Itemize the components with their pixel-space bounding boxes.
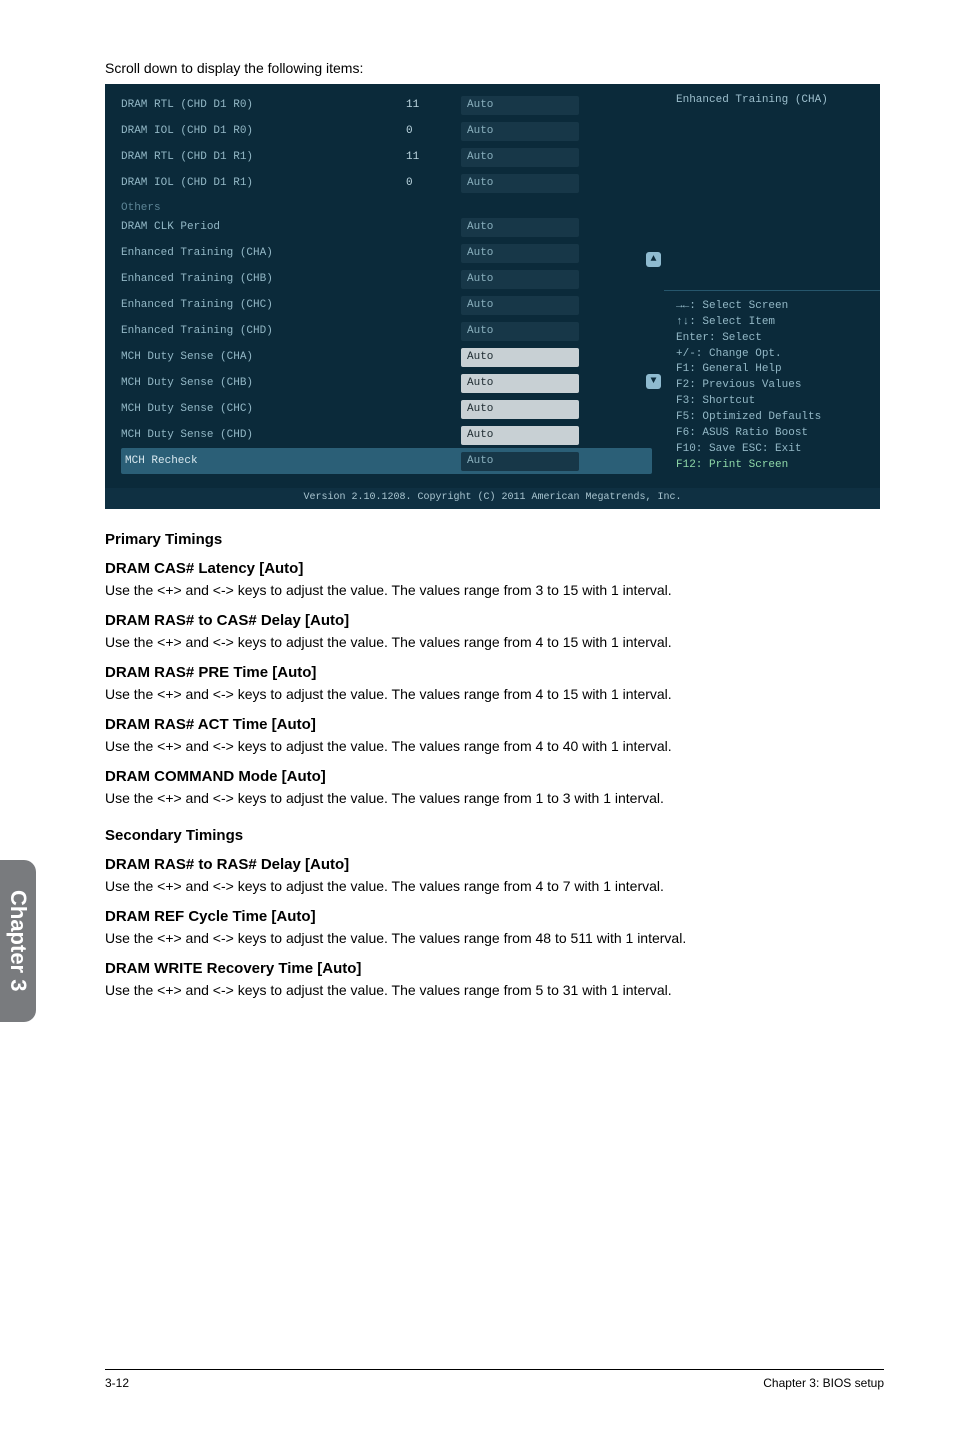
item-heading: DRAM RAS# PRE Time [Auto] <box>105 664 884 681</box>
bios-help-line: F6: ASUS Ratio Boost <box>676 426 868 442</box>
item-heading: DRAM REF Cycle Time [Auto] <box>105 908 884 925</box>
chapter-side-tab: Chapter 3 <box>0 860 36 1022</box>
item-description: Use the <+> and <-> keys to adjust the v… <box>105 789 884 808</box>
bios-value: 11 <box>406 151 461 163</box>
bios-help-line: F3: Shortcut <box>676 394 868 410</box>
bios-help-title: Enhanced Training (CHA) <box>664 84 880 290</box>
bios-label: Enhanced Training (CHA) <box>121 247 406 259</box>
item-heading: DRAM CAS# Latency [Auto] <box>105 560 884 577</box>
bios-help-line: F5: Optimized Defaults <box>676 410 868 426</box>
item-heading: DRAM RAS# to RAS# Delay [Auto] <box>105 856 884 873</box>
bios-row: Enhanced Training (CHD) Auto <box>121 318 652 344</box>
bios-value: 0 <box>406 177 461 189</box>
item-description: Use the <+> and <-> keys to adjust the v… <box>105 981 884 1000</box>
bios-label: MCH Duty Sense (CHC) <box>121 403 406 415</box>
primary-timings-heading: Primary Timings <box>105 531 884 548</box>
item-description: Use the <+> and <-> keys to adjust the v… <box>105 737 884 756</box>
bios-value: 0 <box>406 125 461 137</box>
bios-field[interactable]: Auto <box>461 296 579 315</box>
item-heading: DRAM COMMAND Mode [Auto] <box>105 768 884 785</box>
bios-label: DRAM RTL (CHD D1 R1) <box>121 151 406 163</box>
bios-field[interactable]: Auto <box>461 96 579 115</box>
bios-label: DRAM RTL (CHD D1 R0) <box>121 99 406 111</box>
bios-label: Enhanced Training (CHC) <box>121 299 406 311</box>
item-description: Use the <+> and <-> keys to adjust the v… <box>105 581 884 600</box>
bios-field[interactable]: Auto <box>461 400 579 419</box>
bios-row: MCH Duty Sense (CHA) Auto <box>121 344 652 370</box>
bios-row: Enhanced Training (CHC) Auto <box>121 292 652 318</box>
bios-row-selected[interactable]: MCH Recheck Auto <box>121 448 652 474</box>
bios-label: MCH Recheck <box>121 455 406 467</box>
bios-row: DRAM CLK Period Auto <box>121 214 652 240</box>
bios-version-footer: Version 2.10.1208. Copyright (C) 2011 Am… <box>105 488 880 509</box>
bios-label: DRAM CLK Period <box>121 221 406 233</box>
bios-field[interactable]: Auto <box>461 322 579 341</box>
bios-label: DRAM IOL (CHD D1 R0) <box>121 125 406 137</box>
bios-row: Enhanced Training (CHA) Auto <box>121 240 652 266</box>
bios-help-line: F1: General Help <box>676 362 868 378</box>
item-description: Use the <+> and <-> keys to adjust the v… <box>105 929 884 948</box>
item-description: Use the <+> and <-> keys to adjust the v… <box>105 633 884 652</box>
bios-label: Enhanced Training (CHD) <box>121 325 406 337</box>
item-heading: DRAM RAS# to CAS# Delay [Auto] <box>105 612 884 629</box>
item-description: Use the <+> and <-> keys to adjust the v… <box>105 685 884 704</box>
bios-help-line: ↑↓: Select Item <box>676 315 868 331</box>
bios-field[interactable]: Auto <box>461 374 579 393</box>
bios-field[interactable]: Auto <box>461 218 579 237</box>
bios-field[interactable]: Auto <box>461 244 579 263</box>
bios-row: DRAM IOL (CHD D1 R1) 0 Auto <box>121 170 652 196</box>
bios-label: Enhanced Training (CHB) <box>121 273 406 285</box>
bios-screenshot: DRAM RTL (CHD D1 R0) 11 Auto DRAM IOL (C… <box>105 84 880 509</box>
bios-help-panel: →←: Select Screen ↑↓: Select Item Enter:… <box>664 290 880 488</box>
page-number: 3-12 <box>105 1376 129 1390</box>
bios-row: Enhanced Training (CHB) Auto <box>121 266 652 292</box>
bios-label: MCH Duty Sense (CHB) <box>121 377 406 389</box>
item-heading: DRAM RAS# ACT Time [Auto] <box>105 716 884 733</box>
bios-row: DRAM IOL (CHD D1 R0) 0 Auto <box>121 118 652 144</box>
bios-field[interactable]: Auto <box>461 174 579 193</box>
bios-help-line: F10: Save ESC: Exit <box>676 442 868 458</box>
item-description: Use the <+> and <-> keys to adjust the v… <box>105 877 884 896</box>
scroll-up-icon[interactable]: ▲ <box>646 252 661 267</box>
bios-label: DRAM IOL (CHD D1 R1) <box>121 177 406 189</box>
bios-label: MCH Duty Sense (CHD) <box>121 429 406 441</box>
bios-label: MCH Duty Sense (CHA) <box>121 351 406 363</box>
bios-row: MCH Duty Sense (CHC) Auto <box>121 396 652 422</box>
bios-field[interactable]: Auto <box>461 122 579 141</box>
secondary-timings-heading: Secondary Timings <box>105 827 884 844</box>
bios-field[interactable]: Auto <box>461 270 579 289</box>
bios-row: DRAM RTL (CHD D1 R0) 11 Auto <box>121 92 652 118</box>
bios-field[interactable]: Auto <box>461 348 579 367</box>
bios-row: MCH Duty Sense (CHB) Auto <box>121 370 652 396</box>
bios-help-line: +/-: Change Opt. <box>676 347 868 363</box>
item-heading: DRAM WRITE Recovery Time [Auto] <box>105 960 884 977</box>
bios-field[interactable]: Auto <box>461 452 579 471</box>
bios-help-line: Enter: Select <box>676 331 868 347</box>
scroll-down-icon[interactable]: ▼ <box>646 374 661 389</box>
bios-row: MCH Duty Sense (CHD) Auto <box>121 422 652 448</box>
footer-chapter-label: Chapter 3: BIOS setup <box>763 1376 884 1390</box>
bios-row: DRAM RTL (CHD D1 R1) 11 Auto <box>121 144 652 170</box>
bios-value: 11 <box>406 99 461 111</box>
bios-field[interactable]: Auto <box>461 426 579 445</box>
bios-help-line: F2: Previous Values <box>676 378 868 394</box>
bios-help-line: →←: Select Screen <box>676 299 868 315</box>
bios-group-header: Others <box>121 196 652 214</box>
intro-text: Scroll down to display the following ite… <box>105 60 884 76</box>
bios-field[interactable]: Auto <box>461 148 579 167</box>
bios-help-line: F12: Print Screen <box>676 458 868 474</box>
